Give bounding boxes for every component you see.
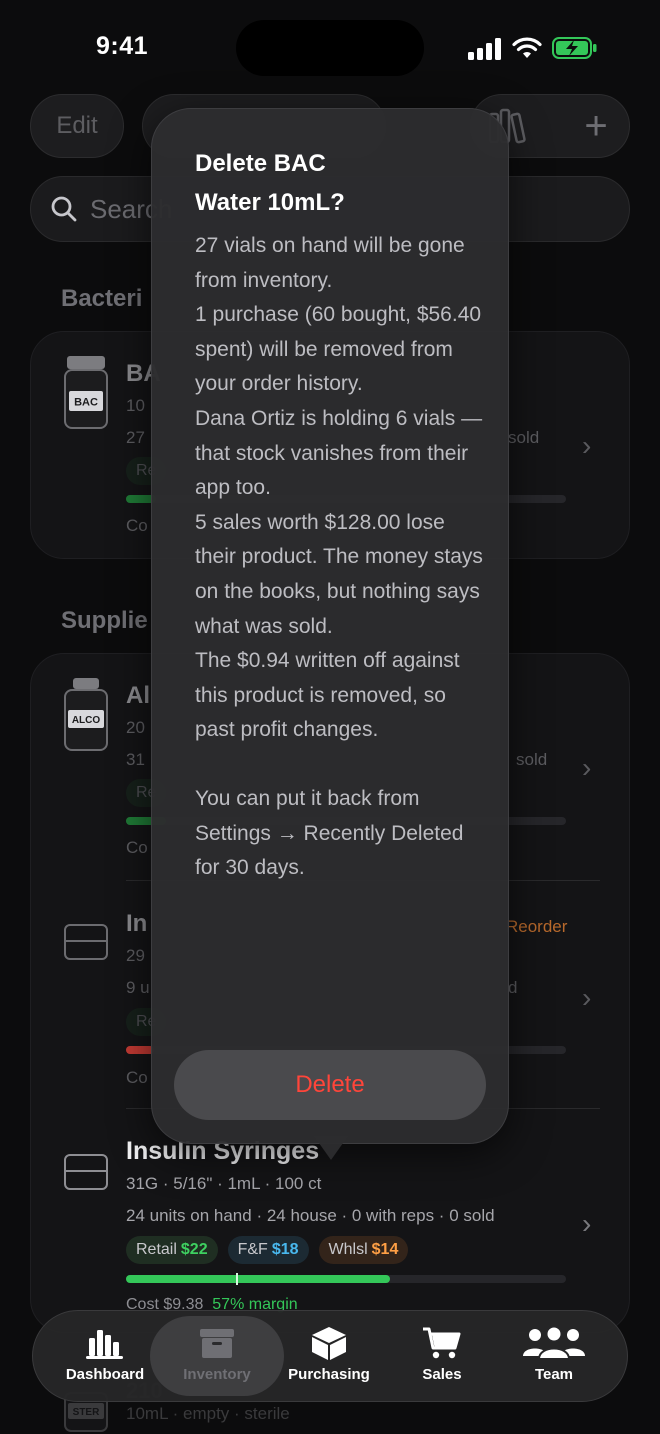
product-stock-ins1: 9 u [126, 978, 150, 997]
stock-bar-fill-insulin-syringes [126, 1275, 390, 1283]
dialog-inventory-note: 27 vials on hand will be gone from inven… [195, 234, 465, 292]
product-sold-alco: sold [516, 750, 548, 769]
battery-charging-icon [552, 37, 597, 59]
status-time: 9:41 [96, 32, 149, 60]
cellular-signal-icon [468, 38, 501, 60]
wifi-icon [512, 37, 542, 58]
stock-bar-marker [236, 1273, 238, 1285]
tab-sales[interactable]: Sales [387, 1326, 497, 1383]
section-title-supplies: Supplie [61, 607, 148, 634]
product-stock-insulin-syringes: 24 units on hand · 24 house · 0 with rep… [126, 1206, 495, 1225]
dynamic-island [236, 20, 424, 76]
chevron-right-icon[interactable]: › [582, 752, 591, 784]
vial-icon: BAC [64, 356, 108, 429]
edit-button[interactable]: Edit [30, 94, 124, 158]
dialog-sales-note: 5 sales worth $128.00 lose their product… [195, 510, 483, 638]
product-specs-under: 10mL · empty · sterile [126, 1404, 290, 1423]
svg-text:ALCO: ALCO [72, 715, 101, 726]
stock-bar-fill-ins1 [126, 1046, 154, 1054]
tab-inventory[interactable]: Inventory [162, 1326, 272, 1383]
dialog-writeoff-note: The $0.94 written off against this produ… [195, 649, 460, 742]
section-title-bacteriostatic: Bacteri [61, 285, 143, 312]
search-icon [51, 196, 77, 222]
product-cost-bac: Co [126, 516, 148, 535]
add-icon[interactable]: + [574, 104, 618, 148]
dialog-spacer [195, 748, 487, 782]
ff-price-tag: F&F $18 [227, 1236, 309, 1264]
dialog-rep-note: Dana Ortiz is holding 6 vials — that sto… [195, 406, 483, 500]
svg-text:BAC: BAC [74, 397, 98, 409]
product-cost-ins1: Co [126, 1068, 148, 1087]
syringe-box-icon [64, 1154, 108, 1190]
cart-icon [423, 1327, 461, 1359]
product-cost-alco: Co [126, 838, 148, 857]
package-icon [312, 1327, 346, 1360]
wholesale-price-tag: Whlsl $14 [318, 1236, 409, 1264]
tab-dashboard[interactable]: Dashboard [50, 1326, 160, 1383]
retail-price-tag: Retail $22 [126, 1236, 218, 1264]
popover-arrow [314, 1136, 348, 1160]
product-specs-alco: 20 [126, 718, 145, 737]
product-specs-ins1: 29 [126, 946, 145, 965]
people-icon [523, 1326, 585, 1360]
product-stock-bac: 27 [126, 428, 145, 447]
dialog-title: Delete BAC Water 10mL? [195, 150, 345, 216]
chart-icon [86, 1330, 123, 1359]
product-title-alco[interactable]: Al [126, 682, 150, 710]
dialog-recovery-note: You can put it back from Settings → Rece… [195, 786, 464, 880]
syringe-box-icon [64, 924, 108, 960]
product-sold-ins1: d [508, 978, 518, 997]
svg-text:STER: STER [73, 1407, 100, 1418]
product-sold-bac: sold [508, 428, 540, 447]
chevron-right-icon[interactable]: › [582, 982, 591, 1014]
box-icon [200, 1329, 234, 1358]
product-title-ins1[interactable]: In [126, 910, 147, 938]
tab-purchasing[interactable]: Purchasing [274, 1326, 384, 1383]
alcohol-bottle-icon: ALCO [64, 678, 108, 751]
dialog-purchase-note: 1 purchase (60 bought, $56.40 spent) wil… [195, 303, 482, 396]
tab-team[interactable]: Team [499, 1326, 609, 1383]
reorder-badge: Reorder [506, 917, 568, 936]
product-specs-bac: 10 [126, 396, 145, 415]
product-specs-insulin-syringes: 31G · 5/16" · 1mL · 100 ct [126, 1174, 322, 1193]
delete-button[interactable]: Delete [174, 1050, 486, 1120]
price-tags: Retail $22 F&F $18 Whlsl $14 [126, 1236, 409, 1264]
chevron-right-icon[interactable]: › [582, 1208, 591, 1240]
chevron-right-icon[interactable]: › [582, 430, 591, 462]
dialog-message: 27 vials on hand will be gone from inven… [195, 229, 487, 886]
product-stock-alco: 31 [126, 750, 145, 769]
